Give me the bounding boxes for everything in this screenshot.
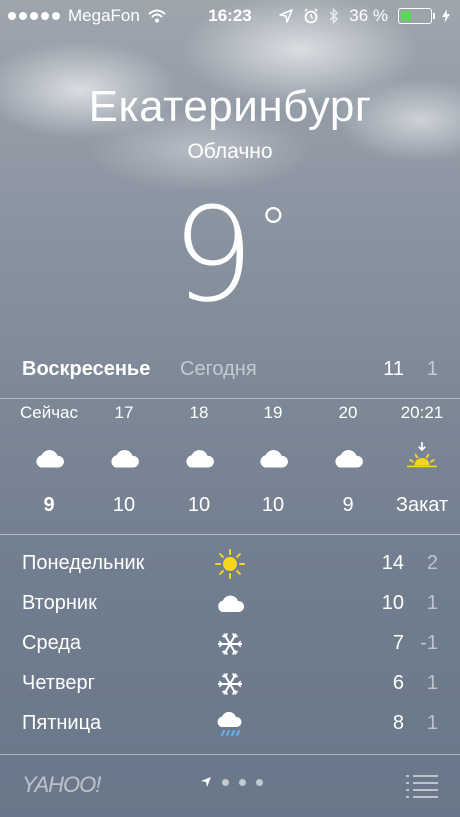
hourly-item: 18 10 <box>159 400 239 517</box>
hour-value: 9 <box>43 494 55 516</box>
cloud-icon <box>214 588 246 620</box>
today-day-name: Воскресенье <box>22 358 151 380</box>
hourly-forecast[interactable]: Сейчас 9 17 10 18 10 19 10 20 9 20:21 Закат <box>0 400 460 530</box>
hourly-item: Сейчас 9 <box>9 400 89 517</box>
daily-row: Среда 7 -1 <box>22 626 438 666</box>
day-low: 1 <box>426 592 438 614</box>
hour-label: 20:21 <box>400 403 444 422</box>
divider <box>0 754 460 755</box>
divider <box>0 398 460 399</box>
cloud-icon <box>9 442 89 478</box>
day-low: 1 <box>426 672 438 694</box>
page-indicator[interactable] <box>200 776 263 788</box>
hourly-item: 20 9 <box>308 400 388 517</box>
daily-row: Пятница 8 1 <box>22 706 438 746</box>
day-low: 1 <box>426 712 438 734</box>
city-name: Екатеринбург <box>88 82 372 131</box>
today-high: 11 <box>383 358 404 380</box>
hour-label: 20 <box>338 403 358 422</box>
hour-label: Сейчас <box>19 403 79 422</box>
charging-icon <box>442 9 450 23</box>
sunset-icon <box>382 442 460 478</box>
day-high: 8 <box>392 712 404 734</box>
cloud-icon <box>308 442 388 478</box>
cloud-rain-icon <box>214 708 246 740</box>
current-temperature: 9° <box>0 160 460 325</box>
daily-forecast[interactable]: Понедельник 14 2 Вторник 10 1 Среда 7 -1 Четверг 6… <box>22 546 438 746</box>
hour-value: Закат <box>395 494 449 516</box>
day-name: Пятница <box>22 712 102 734</box>
page-dot <box>239 778 246 786</box>
degree-symbol: ° <box>258 195 289 265</box>
day-high: 6 <box>392 672 404 694</box>
page-dot <box>222 778 229 786</box>
city-list-icon[interactable] <box>406 774 438 798</box>
day-high: 7 <box>392 632 404 654</box>
hour-label: 19 <box>263 403 283 422</box>
hourly-item: 19 10 <box>233 400 313 517</box>
daily-row: Четверг 6 1 <box>22 666 438 706</box>
day-low: 2 <box>426 552 438 574</box>
today-relative-label: Сегодня <box>180 358 257 380</box>
daily-row: Вторник 10 1 <box>22 586 438 626</box>
hour-value: 10 <box>187 494 211 516</box>
daily-row: Понедельник 14 2 <box>22 546 438 586</box>
battery-icon <box>398 8 435 24</box>
sun-icon <box>214 548 246 580</box>
bluetooth-icon <box>329 8 339 24</box>
location-arrow-icon <box>279 9 293 23</box>
status-bar: MegaFon 16:23 36 % <box>0 0 460 32</box>
today-low: 1 <box>426 358 438 380</box>
temperature-value: 9 <box>171 179 255 331</box>
page-dot <box>256 778 263 786</box>
hour-value: 9 <box>342 494 354 516</box>
day-name: Вторник <box>22 592 97 614</box>
battery-percent: 36 % <box>349 6 388 25</box>
yahoo-logo[interactable]: YAHOO! <box>22 772 101 798</box>
hour-label: 17 <box>114 403 134 422</box>
snowflake-icon <box>214 628 246 660</box>
day-high: 10 <box>381 592 404 614</box>
hour-label: 18 <box>189 403 209 422</box>
hourly-item: 17 10 <box>84 400 164 517</box>
cloud-icon <box>159 442 239 478</box>
day-name: Среда <box>22 632 82 654</box>
bottom-bar: YAHOO! <box>0 756 460 817</box>
day-name: Четверг <box>22 672 95 694</box>
divider <box>0 534 460 535</box>
today-summary-row: Воскресенье Сегодня 11 1 <box>22 358 438 386</box>
day-low: -1 <box>420 632 438 654</box>
snowflake-icon <box>214 668 246 700</box>
day-high: 14 <box>381 552 404 574</box>
hour-value: 10 <box>112 494 136 516</box>
cloud-icon <box>84 442 164 478</box>
alarm-icon <box>304 8 318 24</box>
hourly-item: 20:21 Закат <box>382 400 460 517</box>
hour-value: 10 <box>261 494 285 516</box>
day-name: Понедельник <box>22 552 145 574</box>
cloud-icon <box>233 442 313 478</box>
location-arrow-icon <box>201 777 211 787</box>
